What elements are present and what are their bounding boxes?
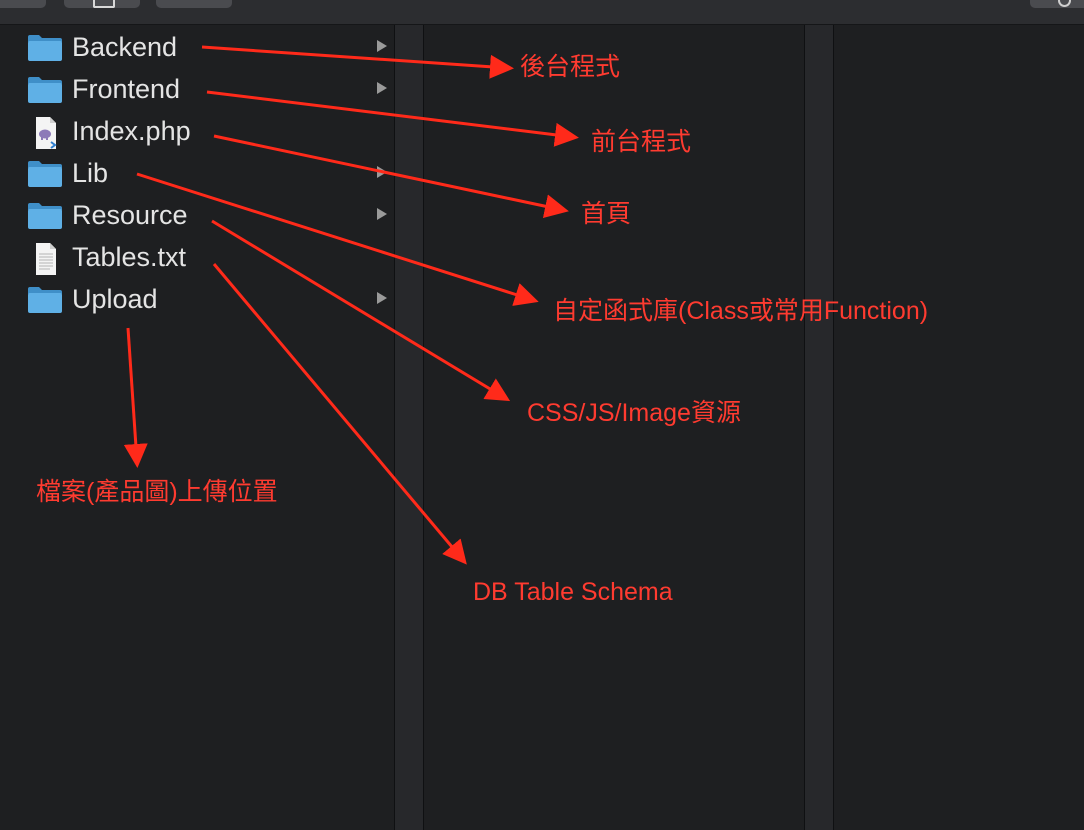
annotation-lib: 自定函式庫(Class或常用Function)	[553, 297, 929, 325]
php-file-icon	[36, 117, 57, 149]
annotation-frontend: 前台程式	[591, 128, 692, 156]
column-divider	[804, 25, 805, 830]
finder-window: Backend Frontend Index.php Lib Resource …	[0, 0, 1084, 830]
group-button[interactable]	[156, 0, 232, 8]
file-row-backend[interactable]: Backend	[20, 27, 394, 65]
column-3[interactable]	[834, 25, 1084, 830]
column-resize-strip[interactable]	[805, 25, 833, 830]
file-label: Tables.txt	[72, 242, 187, 272]
folder-icon	[28, 77, 62, 103]
chevron-right-icon	[377, 292, 387, 304]
folder-icon	[28, 161, 62, 187]
column-divider	[833, 25, 834, 830]
chevron-right-icon	[377, 82, 387, 94]
column-divider	[394, 25, 395, 830]
column-divider	[423, 25, 424, 830]
annotation-backend: 後台程式	[520, 53, 621, 81]
file-row-resource[interactable]: Resource	[20, 195, 394, 233]
file-row-frontend[interactable]: Frontend	[20, 69, 394, 107]
annotation-tables: DB Table Schema	[473, 578, 673, 606]
folder-icon	[28, 287, 62, 313]
chevron-right-icon	[377, 166, 387, 178]
file-row-lib[interactable]: Lib	[20, 153, 394, 191]
search-button[interactable]	[1030, 0, 1084, 8]
annotation-index: 首頁	[581, 200, 632, 228]
chevron-right-icon	[377, 40, 387, 52]
file-label: Frontend	[72, 74, 181, 104]
file-row-upload[interactable]: Upload	[20, 279, 394, 317]
file-row-tables-txt[interactable]: Tables.txt	[20, 237, 394, 275]
back-forward-button[interactable]	[0, 0, 46, 8]
column-resize-strip[interactable]	[395, 25, 423, 830]
file-label: Lib	[72, 158, 109, 188]
folder-icon	[28, 35, 62, 61]
file-label: Resource	[72, 200, 188, 230]
chevron-right-icon	[377, 208, 387, 220]
text-file-icon	[36, 243, 56, 275]
annotation-resource: CSS/JS/Image資源	[527, 399, 741, 427]
file-row-index-php[interactable]: Index.php	[20, 111, 394, 149]
file-label: Index.php	[72, 116, 191, 146]
file-label: Backend	[72, 32, 178, 62]
toolbar	[0, 0, 1084, 25]
annotation-upload: 檔案(產品圖)上傳位置	[36, 478, 278, 506]
folder-icon	[28, 203, 62, 229]
column-view-icon	[93, 0, 115, 8]
file-label: Upload	[72, 284, 158, 314]
